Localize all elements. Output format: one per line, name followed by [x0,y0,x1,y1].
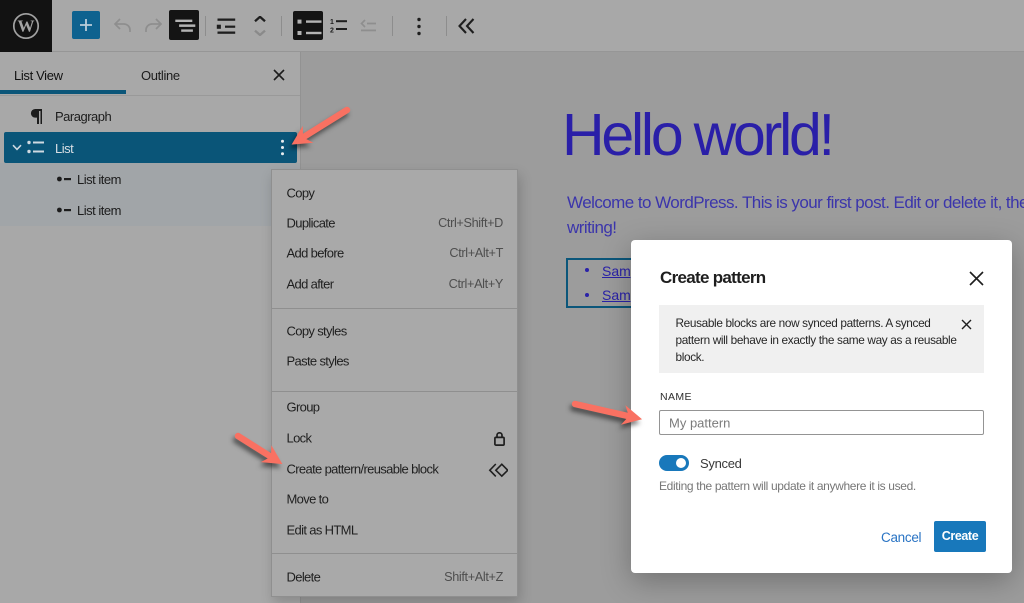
svg-text:W: W [18,17,35,36]
svg-text:2: 2 [330,28,334,34]
svg-text:1: 1 [330,19,334,26]
